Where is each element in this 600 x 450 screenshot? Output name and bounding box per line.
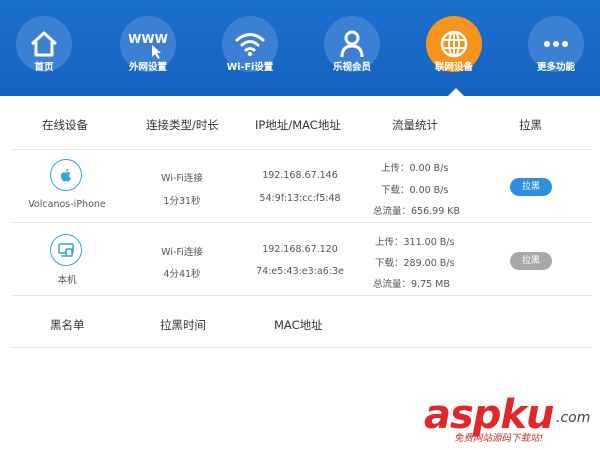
home-icon xyxy=(30,31,58,57)
header-block-time: 拉黑时间 xyxy=(160,318,206,332)
header-connection-type: 连接类型/时长 xyxy=(146,118,219,132)
ip-address: 192.168.67.120 xyxy=(262,244,338,255)
device-table-header: 在线设备 连接类型/时长 IP地址/MAC地址 流量统计 拉黑 xyxy=(12,96,592,150)
device-icon-circle xyxy=(50,159,82,191)
globe-icon xyxy=(440,30,468,58)
watermark: aspku .com 免费网站源码下载站! xyxy=(424,392,594,444)
upload-rate: 上传：311.00 B/s xyxy=(375,237,455,248)
active-tab-pointer xyxy=(448,88,464,96)
apple-icon xyxy=(60,168,71,182)
nav-label: 乐视会员 xyxy=(332,62,371,73)
mac-address: 74:e5:43:e3:a6:3e xyxy=(256,266,344,277)
watermark-tagline: 免费网站源码下载站! xyxy=(454,433,544,444)
connection-type: Wi-Fi连接 xyxy=(161,173,203,184)
header-mac-address: MAC地址 xyxy=(274,318,323,332)
blacklist-header: 黑名单 拉黑时间 MAC地址 xyxy=(12,296,592,348)
nav-label: Wi-Fi设置 xyxy=(226,62,274,73)
more-icon xyxy=(544,41,568,47)
user-icon xyxy=(340,30,364,58)
connection-type: Wi-Fi连接 xyxy=(161,247,203,258)
wifi-icon xyxy=(235,33,265,57)
top-navigation: 首页 WWW 外网设置 Wi-Fi设置 乐视会员 联网设备 更多功能 xyxy=(0,0,600,96)
watermark-tld: .com xyxy=(556,410,591,426)
nav-item-wan-settings[interactable]: WWW 外网设置 xyxy=(112,16,184,88)
download-rate: 下载：0.00 B/s xyxy=(381,185,449,196)
mac-address: 54:9f:13:cc:f5:48 xyxy=(259,193,341,204)
nav-label: 更多功能 xyxy=(536,62,575,73)
nav-label: 联网设备 xyxy=(434,62,473,73)
connection-duration: 4分41秒 xyxy=(163,269,201,280)
header-ip-mac: IP地址/MAC地址 xyxy=(255,118,341,132)
header-traffic: 流量统计 xyxy=(392,118,438,132)
header-block: 拉黑 xyxy=(519,118,542,132)
block-button[interactable]: 拉黑 xyxy=(510,178,552,196)
table-row: Volcanos-iPhone Wi-Fi连接 1分31秒 192.168.67… xyxy=(12,150,592,223)
connection-duration: 1分31秒 xyxy=(163,196,201,207)
upload-rate: 上传：0.00 B/s xyxy=(381,163,449,174)
device-icon-circle xyxy=(50,234,82,266)
nav-item-wifi-settings[interactable]: Wi-Fi设置 xyxy=(214,16,286,88)
www-icon-text: WWW xyxy=(128,32,168,46)
nav-item-connected-devices[interactable]: 联网设备 xyxy=(418,16,490,88)
total-traffic: 总流量：656.99 KB xyxy=(373,206,461,217)
header-online-devices: 在线设备 xyxy=(42,118,88,132)
nav-label: 外网设置 xyxy=(128,62,167,73)
computer-icon xyxy=(58,243,74,257)
table-row: 本机 Wi-Fi连接 4分41秒 192.168.67.120 74:e5:43… xyxy=(12,223,592,296)
device-name: 本机 xyxy=(57,275,77,286)
ip-address: 192.168.67.146 xyxy=(262,170,338,181)
total-traffic: 总流量：9.75 MB xyxy=(373,279,450,290)
device-name: Volcanos-iPhone xyxy=(28,199,106,210)
header-blacklist: 黑名单 xyxy=(50,318,85,332)
nav-label: 首页 xyxy=(34,62,54,73)
www-icon: WWW xyxy=(128,32,168,59)
download-rate: 下载：289.00 B/s xyxy=(375,258,455,269)
nav-item-more-functions[interactable]: 更多功能 xyxy=(520,16,592,88)
nav-item-letv-member[interactable]: 乐视会员 xyxy=(316,16,388,88)
block-button-disabled[interactable]: 拉黑 xyxy=(510,252,552,270)
nav-item-home[interactable]: 首页 xyxy=(8,16,80,88)
